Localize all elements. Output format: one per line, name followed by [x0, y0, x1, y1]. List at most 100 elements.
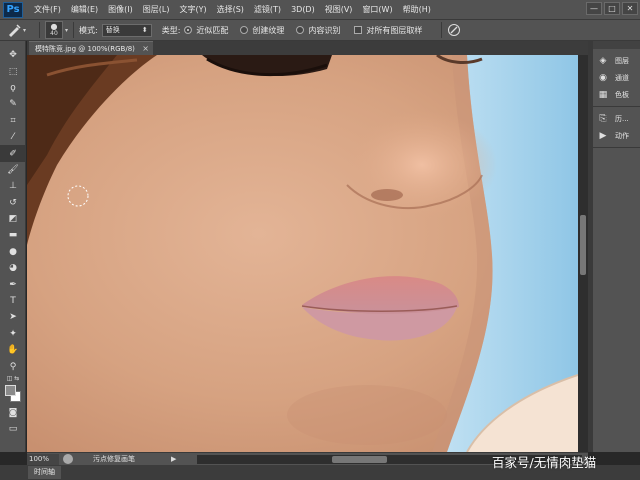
eyedropper-tool-icon[interactable]: ⁄: [0, 129, 26, 145]
menu-view[interactable]: 视图(V): [320, 0, 358, 19]
gradient-tool-icon[interactable]: ▬: [0, 227, 26, 243]
panel-dock: ◈ 图层 ◉ 通道 ▦ 色板 ⎘ 历... ▶ 动作: [592, 41, 640, 452]
panel-layers[interactable]: ◈ 图层: [593, 52, 640, 69]
document-tab-title: 模特陈竞.jpg @ 100%(RGB/8): [35, 45, 135, 53]
type-tool-icon[interactable]: T: [0, 293, 26, 309]
separator: [441, 22, 443, 38]
panel-label-swatches: 色板: [615, 90, 629, 99]
pressure-size-icon[interactable]: [447, 23, 461, 37]
screen-mode-icon[interactable]: ▭: [0, 421, 26, 437]
status-menu-arrow-icon[interactable]: ▶: [171, 455, 176, 463]
panel-history[interactable]: ⎘ 历...: [593, 110, 640, 127]
menu-image[interactable]: 图像(I): [103, 0, 138, 19]
zoom-tool-icon[interactable]: ⚲: [0, 358, 26, 374]
sample-all-layers-label: 对所有图层取样: [366, 25, 423, 35]
default-colors-icon[interactable]: ◫ ⇆: [0, 375, 26, 383]
swatches-icon: ▦: [598, 89, 608, 100]
menu-type[interactable]: 文字(Y): [174, 0, 211, 19]
type-group: 类型: 近似匹配 创建纹理 内容识别: [162, 25, 345, 36]
horizontal-scroll-thumb[interactable]: [332, 456, 387, 463]
blur-tool-icon[interactable]: ●: [0, 244, 26, 260]
tool-preset-picker[interactable]: ▾: [6, 22, 34, 38]
mode-value: 替换: [105, 26, 120, 34]
panel-swatches[interactable]: ▦ 色板: [593, 86, 640, 103]
radio-proximity-match[interactable]: [184, 26, 193, 34]
menu-file[interactable]: 文件(F): [29, 0, 66, 19]
move-tool-icon[interactable]: ✥: [0, 47, 26, 63]
mode-label: 模式:: [79, 25, 98, 35]
vertical-scrollbar[interactable]: [578, 55, 588, 452]
dodge-tool-icon[interactable]: ◕: [0, 260, 26, 276]
pen-tool-icon[interactable]: ✒: [0, 276, 26, 292]
panel-label-history: 历...: [615, 114, 629, 123]
eraser-tool-icon[interactable]: ◩: [0, 211, 26, 227]
history-brush-tool-icon[interactable]: ↺: [0, 195, 26, 211]
channels-icon: ◉: [599, 72, 607, 83]
dropdown-arrow-icon: ⬍: [141, 26, 148, 34]
actions-icon: ▶: [599, 130, 607, 141]
tools-panel: ✥ ⬚ ϙ ✎ ⌗ ⁄ ✐ 🖌 ⊥ ↺ ◩ ▬ ● ◕ ✒ T ➤ ✦ ✋ ⚲ …: [0, 41, 26, 452]
hand-tool-icon[interactable]: ✋: [0, 342, 26, 358]
status-info-icon[interactable]: [63, 454, 73, 464]
menu-help[interactable]: 帮助(H): [398, 0, 436, 19]
document-tab[interactable]: 模特陈竞.jpg @ 100%(RGB/8) ×: [29, 41, 153, 55]
panel-group-history: ⎘ 历... ▶ 动作: [593, 107, 640, 148]
close-button[interactable]: ✕: [622, 2, 638, 15]
minimize-button[interactable]: —: [586, 2, 602, 15]
menu-select[interactable]: 选择(S): [212, 0, 249, 19]
separator: [39, 22, 40, 38]
panel-actions[interactable]: ▶ 动作: [593, 127, 640, 144]
layers-icon: ◈: [599, 55, 607, 66]
menu-bar: Ps 文件(F) 编辑(E) 图像(I) 图层(L) 文字(Y) 选择(S) 滤…: [0, 0, 640, 19]
spot-healing-brush-icon: [9, 24, 21, 37]
brush-dot-icon: ●: [50, 22, 58, 31]
foreground-color-swatch[interactable]: [5, 384, 16, 396]
mode-select[interactable]: 替换 ⬍: [101, 23, 152, 37]
panel-group-layers: ◈ 图层 ◉ 通道 ▦ 色板: [593, 49, 640, 107]
lasso-tool-icon[interactable]: ϙ: [0, 80, 26, 96]
panel-label-actions: 动作: [615, 131, 629, 140]
maximize-button[interactable]: □: [604, 2, 620, 15]
close-tab-icon[interactable]: ×: [142, 42, 149, 56]
zoom-level-field[interactable]: 100%: [27, 453, 59, 465]
panel-dock-grip[interactable]: [593, 41, 640, 49]
options-bar: ▾ ● 40 ▾ 模式: 替换 ⬍ 类型: 近似匹配 创建纹理 内容识别 对所有…: [0, 19, 640, 41]
timeline-tab[interactable]: 时间轴: [28, 466, 61, 479]
radio-label-proximity-match: 近似匹配: [196, 25, 229, 35]
sample-all-group: 对所有图层取样: [354, 25, 426, 36]
radio-label-create-texture: 创建纹理: [252, 25, 285, 35]
portrait-photo: [27, 55, 578, 452]
chevron-down-icon: ▾: [23, 26, 27, 34]
menu-3d[interactable]: 3D(D): [286, 0, 320, 19]
document-tab-bar: 模特陈竞.jpg @ 100%(RGB/8) ×: [27, 41, 588, 55]
vertical-scroll-thumb[interactable]: [580, 215, 586, 275]
crop-tool-icon[interactable]: ⌗: [0, 113, 26, 129]
menu-layer[interactable]: 图层(L): [138, 0, 175, 19]
brush-tool-icon[interactable]: 🖌: [0, 162, 26, 178]
radio-content-aware[interactable]: [296, 26, 305, 34]
type-label: 类型:: [161, 25, 181, 35]
history-icon: ⎘: [599, 113, 607, 124]
menu-edit[interactable]: 编辑(E): [66, 0, 103, 19]
menu-window[interactable]: 窗口(W): [357, 0, 397, 19]
path-selection-tool-icon[interactable]: ➤: [0, 309, 26, 325]
brush-size-value: 40: [50, 30, 58, 37]
clone-stamp-tool-icon[interactable]: ⊥: [0, 178, 26, 194]
panel-channels[interactable]: ◉ 通道: [593, 69, 640, 86]
document-canvas[interactable]: [27, 55, 578, 452]
chevron-down-icon[interactable]: ▾: [65, 27, 68, 34]
sample-all-layers-checkbox[interactable]: [354, 26, 363, 34]
shape-tool-icon[interactable]: ✦: [0, 326, 26, 342]
radio-create-texture[interactable]: [240, 26, 249, 34]
window-controls: — □ ✕: [586, 2, 638, 15]
photoshop-logo: Ps: [3, 1, 23, 18]
quick-mask-icon[interactable]: ◙: [0, 405, 26, 421]
mode-group: 模式: 替换 ⬍: [79, 23, 152, 37]
brush-size-picker[interactable]: ● 40: [45, 21, 63, 39]
panel-label-channels: 通道: [615, 73, 629, 82]
separator: [73, 22, 75, 38]
menu-filter[interactable]: 滤镜(T): [249, 0, 286, 19]
quick-select-tool-icon[interactable]: ✎: [0, 96, 26, 112]
spot-healing-brush-tool-icon[interactable]: ✐: [0, 145, 26, 162]
marquee-tool-icon[interactable]: ⬚: [0, 63, 26, 79]
